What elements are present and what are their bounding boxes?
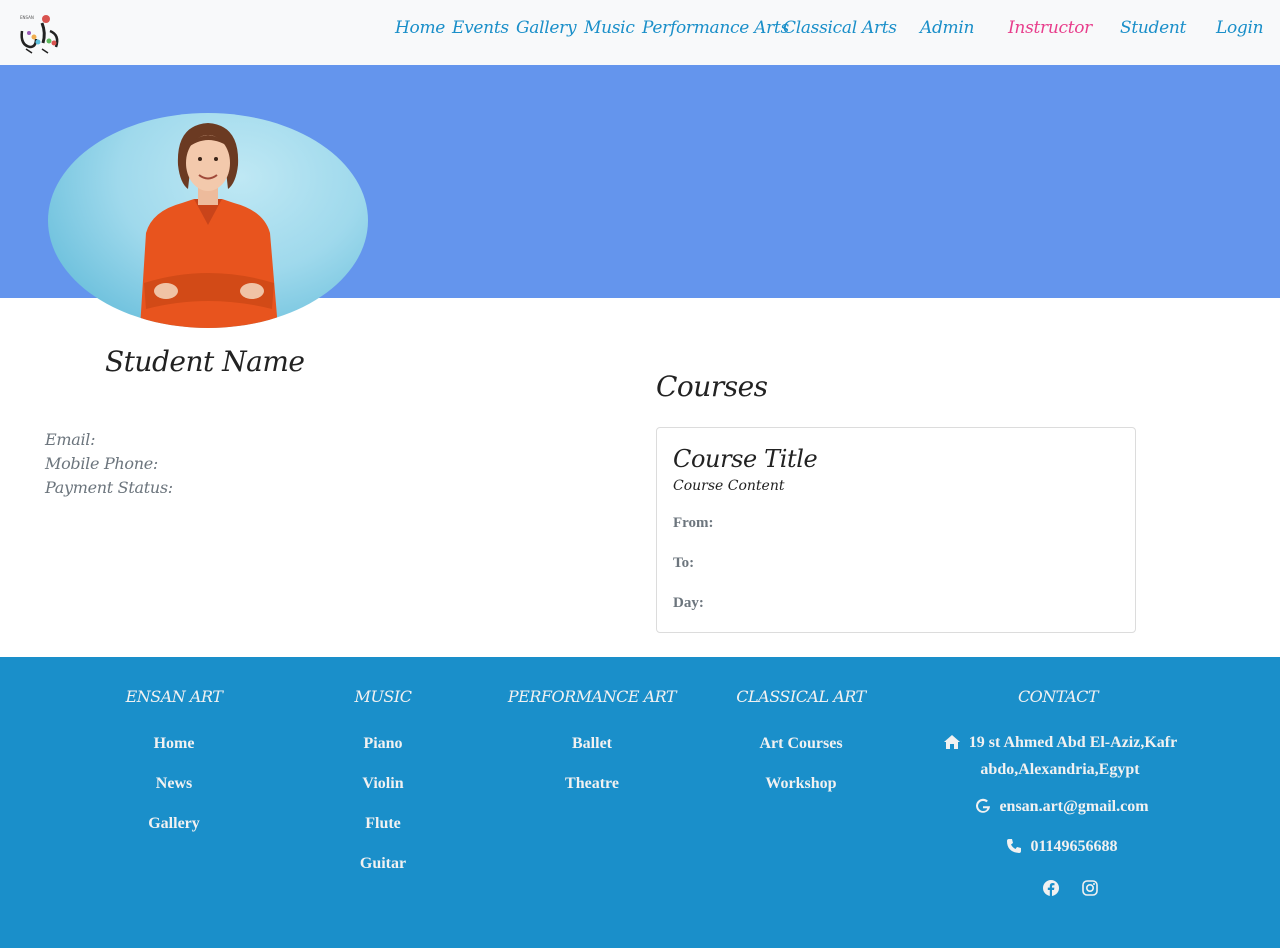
footer-link-piano[interactable]: Piano	[363, 735, 402, 753]
instagram-icon[interactable]	[1081, 879, 1099, 897]
nav-classical-arts[interactable]: Classical Arts	[783, 16, 897, 40]
course-content: Course Content	[673, 478, 785, 494]
nav-performance-arts[interactable]: Performance Arts	[642, 16, 789, 40]
student-name: Student Name	[105, 345, 305, 378]
course-to-label: To:	[673, 555, 695, 571]
contact-address-line1: 19 st Ahmed Abd El-Aziz,Kafr	[968, 734, 1178, 751]
email-label: Email:	[45, 430, 96, 449]
footer-link-guitar[interactable]: Guitar	[360, 855, 406, 873]
contact-email-text[interactable]: ensan.art@gmail.com	[999, 798, 1148, 815]
nav-home[interactable]: Home	[395, 16, 445, 40]
footer-performance-heading: PERFORMANCE ART	[507, 687, 677, 706]
nav-admin[interactable]: Admin	[920, 16, 974, 40]
footer-link-home[interactable]: Home	[154, 735, 195, 753]
contact-phone-text[interactable]: 01149656688	[1030, 838, 1117, 855]
footer-contact-heading: CONTACT	[1017, 687, 1099, 706]
footer-link-workshop[interactable]: Workshop	[765, 775, 836, 793]
nav-events[interactable]: Events	[452, 16, 509, 40]
footer-ensan-heading: ENSAN ART	[125, 687, 223, 706]
phone-icon	[1006, 838, 1022, 862]
payment-status-label: Payment Status:	[45, 478, 173, 497]
nav-student[interactable]: Student	[1120, 16, 1186, 40]
nav-music[interactable]: Music	[584, 16, 635, 40]
footer-link-gallery[interactable]: Gallery	[148, 815, 200, 833]
top-navbar: ENSAN Home Events Gallery Music Performa…	[0, 0, 1280, 65]
svg-text:ENSAN: ENSAN	[20, 15, 34, 20]
footer-link-theatre[interactable]: Theatre	[565, 775, 619, 793]
facebook-icon[interactable]	[1042, 879, 1060, 897]
courses-heading: Courses	[656, 370, 768, 403]
contact-email[interactable]: ensan.art@gmail.com	[930, 795, 1194, 822]
home-icon	[943, 734, 961, 758]
site-footer: ENSAN ART Home News Gallery MUSIC Piano …	[0, 657, 1280, 948]
course-title: Course Title	[673, 445, 818, 473]
footer-link-violin[interactable]: Violin	[362, 775, 403, 793]
course-card[interactable]: Course Title Course Content From: To: Da…	[656, 427, 1136, 633]
google-icon	[975, 798, 991, 822]
contact-phone[interactable]: 01149656688	[930, 835, 1194, 862]
ensan-art-logo[interactable]: ENSAN	[16, 9, 64, 55]
footer-link-ballet[interactable]: Ballet	[572, 735, 612, 753]
contact-address: 19 st Ahmed Abd El-Aziz,Kafr abdo,Alexan…	[930, 731, 1190, 782]
contact-address-line2: abdo,Alexandria,Egypt	[980, 761, 1140, 778]
footer-link-news[interactable]: News	[156, 775, 192, 793]
mobile-phone-label: Mobile Phone:	[45, 454, 159, 473]
footer-music-heading: MUSIC	[354, 687, 412, 706]
course-from-label: From:	[673, 515, 714, 531]
footer-link-flute[interactable]: Flute	[365, 815, 401, 833]
nav-gallery[interactable]: Gallery	[516, 16, 577, 40]
course-day-label: Day:	[673, 595, 704, 611]
nav-instructor[interactable]: Instructor	[1008, 16, 1092, 40]
footer-classical-heading: CLASSICAL ART	[736, 687, 866, 706]
student-avatar	[48, 113, 368, 328]
nav-login[interactable]: Login	[1216, 16, 1264, 40]
footer-link-art-courses[interactable]: Art Courses	[759, 735, 842, 753]
